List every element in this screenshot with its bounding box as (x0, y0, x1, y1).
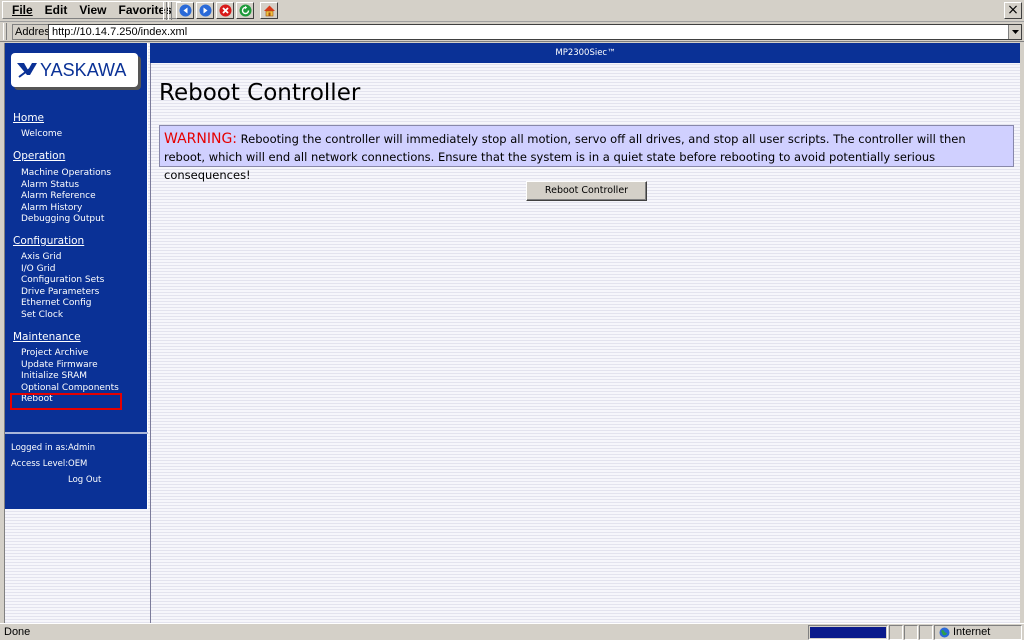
nav-alarm-reference[interactable]: Alarm Reference (21, 191, 111, 203)
reboot-controller-button[interactable]: Reboot Controller (526, 181, 647, 201)
access-level-label: Access Level: (11, 459, 69, 469)
menu-file[interactable]: File (6, 2, 39, 18)
stop-button[interactable] (216, 2, 234, 19)
toolbar-grip-2[interactable] (168, 2, 172, 20)
nav-maintenance[interactable]: Maintenance (13, 331, 81, 343)
status-pane-3 (919, 625, 933, 640)
logged-in-label: Logged in as: (11, 443, 68, 453)
address-url: http://10.14.7.250/index.xml (52, 26, 188, 38)
back-arrow-icon (179, 4, 191, 17)
main-content: MP2300Siec™ Reboot Controller WARNING: R… (150, 43, 1021, 623)
nav-ethernet-config[interactable]: Ethernet Config (21, 298, 104, 310)
forward-button[interactable] (196, 2, 214, 19)
nav-home[interactable]: Home (13, 112, 44, 124)
web-page: YASKAWA Home Welcome Operation Machine O… (4, 43, 1021, 623)
address-grip[interactable] (3, 23, 7, 40)
address-input[interactable]: http://10.14.7.250/index.xml (48, 24, 1022, 40)
zone-text: Internet (953, 626, 991, 638)
status-bar: Done Internet (0, 623, 1024, 640)
status-pane-2 (904, 625, 918, 640)
sidebar-divider (5, 432, 148, 434)
globe-icon (939, 627, 950, 638)
back-button[interactable] (176, 2, 194, 19)
home-button[interactable] (260, 2, 278, 19)
header-title-bar: MP2300Siec™ (150, 43, 1021, 63)
menu-edit[interactable]: Edit (39, 2, 74, 18)
page-right-edge (1020, 43, 1024, 623)
zone-pane: Internet (934, 625, 1022, 640)
logged-in-value: Admin (68, 443, 96, 453)
sidebar: YASKAWA Home Welcome Operation Machine O… (5, 43, 148, 509)
nav-update-firmware[interactable]: Update Firmware (21, 360, 119, 372)
address-dropdown-button[interactable] (1008, 25, 1021, 39)
logo-text: YASKAWA (40, 59, 127, 80)
menu-file-label: File (12, 3, 33, 17)
menu-view-label: View (79, 3, 107, 17)
chevron-down-icon (1011, 29, 1019, 34)
nav-initialize-sram[interactable]: Initialize SRAM (21, 371, 119, 383)
page-title: Reboot Controller (159, 80, 361, 106)
menu-view[interactable]: View (73, 2, 112, 18)
nav-welcome[interactable]: Welcome (21, 129, 62, 141)
nav-project-archive[interactable]: Project Archive (21, 348, 119, 360)
nav-io-grid[interactable]: I/O Grid (21, 264, 104, 276)
warning-box: WARNING: Rebooting the controller will i… (159, 125, 1014, 182)
logout-link[interactable]: Log Out (68, 475, 101, 485)
nav-debugging-output[interactable]: Debugging Output (21, 214, 111, 226)
reboot-highlight-box (10, 393, 122, 410)
stop-icon (219, 4, 231, 17)
nav-machine-operations[interactable]: Machine Operations (21, 168, 111, 180)
status-text: Done (4, 626, 31, 638)
nav-configuration-sets[interactable]: Configuration Sets (21, 275, 104, 287)
menu-edit-label: Edit (44, 3, 68, 17)
forward-arrow-icon (199, 4, 211, 17)
nav-alarm-status[interactable]: Alarm Status (21, 180, 111, 192)
nav-buttons (176, 2, 278, 19)
nav-operation[interactable]: Operation (13, 150, 65, 162)
home-icon (263, 5, 275, 17)
header-title: MP2300Siec™ (555, 48, 616, 58)
status-pane-1 (889, 625, 903, 640)
warning-label: WARNING: (164, 131, 238, 147)
access-level-value: OEM (68, 459, 88, 469)
progress-pane (808, 625, 888, 640)
configuration-sub-list: Axis Grid I/O Grid Configuration Sets Dr… (21, 252, 104, 321)
toolbar-grip[interactable] (163, 2, 167, 20)
nav-set-clock[interactable]: Set Clock (21, 310, 104, 322)
nav-alarm-history[interactable]: Alarm History (21, 203, 111, 215)
menu-bar: File Edit View Favorites × (0, 0, 1024, 22)
operation-sub-list: Machine Operations Alarm Status Alarm Re… (21, 168, 111, 226)
address-bar: Address http://10.14.7.250/index.xml (0, 22, 1024, 42)
yaskawa-logo-icon (17, 63, 37, 78)
nav-configuration[interactable]: Configuration (13, 235, 84, 247)
refresh-button[interactable] (236, 2, 254, 19)
refresh-icon (239, 4, 251, 17)
close-icon[interactable]: × (1004, 2, 1022, 19)
nav-drive-parameters[interactable]: Drive Parameters (21, 287, 104, 299)
home-sub-list: Welcome (21, 129, 62, 141)
yaskawa-logo[interactable]: YASKAWA (11, 53, 138, 87)
nav-axis-grid[interactable]: Axis Grid (21, 252, 104, 264)
menu-items: File Edit View Favorites (2, 1, 182, 19)
progress-bar (810, 627, 886, 638)
